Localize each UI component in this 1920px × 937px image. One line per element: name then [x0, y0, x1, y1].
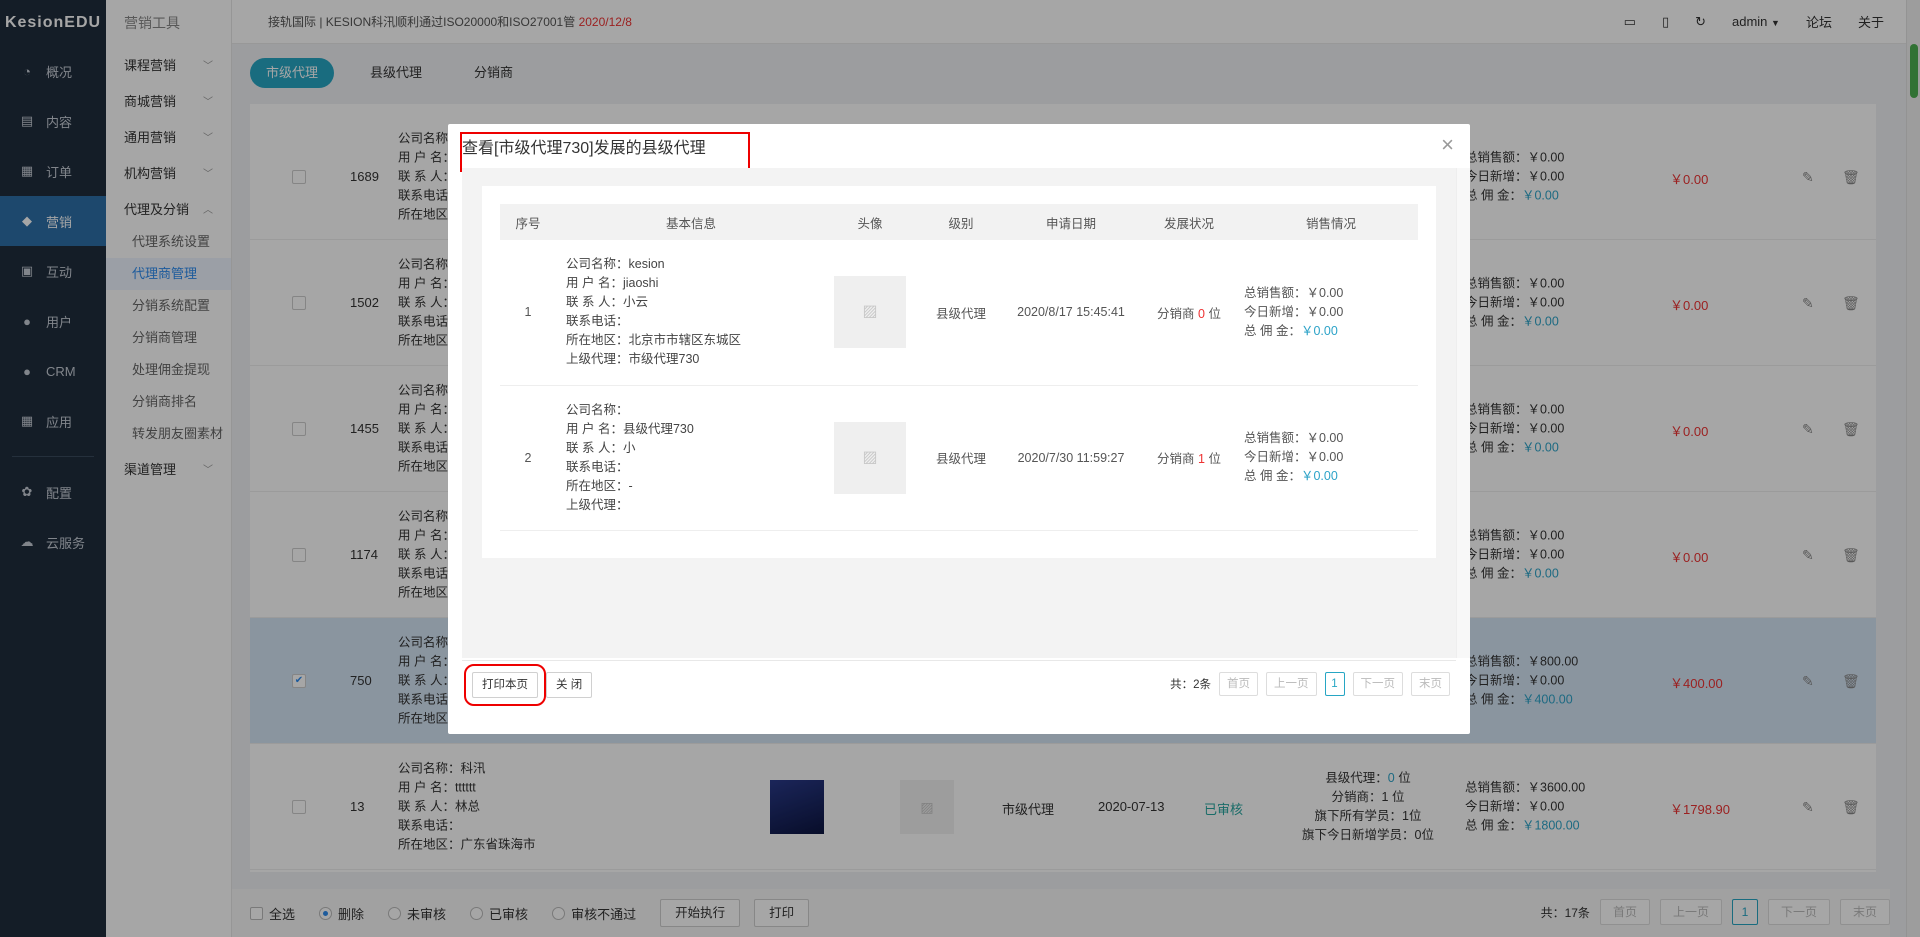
- sales-today: 今日新增：￥0.00: [1244, 304, 1344, 319]
- info-parent: 上级代理：市级代理730: [566, 352, 700, 367]
- modal-header: 查看[市级代理730]发展的县级代理 ×: [448, 124, 1470, 172]
- first-page-button[interactable]: 首页: [1219, 672, 1258, 696]
- col-level: 级别: [914, 204, 1008, 240]
- county-agent-table: 序号 基本信息 头像 级别 申请日期 发展状况 销售情况 1 公司名称：kesi…: [500, 204, 1418, 531]
- dev-unit: 位: [1204, 452, 1221, 466]
- modal-body: 序号 基本信息 头像 级别 申请日期 发展状况 销售情况 1 公司名称：kesi…: [462, 168, 1456, 658]
- col-avatar: 头像: [826, 204, 914, 240]
- cell-sales: 总销售额：￥0.00 今日新增：￥0.00 总 佣 金：￥0.00: [1244, 385, 1418, 531]
- last-page-button[interactable]: 末页: [1411, 672, 1450, 696]
- table-row: 1 公司名称：kesion 用 户 名：jiaoshi 联 系 人：小云 联系电…: [500, 240, 1418, 386]
- total-count: 共：2条: [1170, 679, 1211, 691]
- close-button[interactable]: 关 闭: [546, 672, 593, 698]
- cell-dev: 分销商 1 位: [1134, 385, 1244, 531]
- col-info: 基本信息: [556, 204, 826, 240]
- dev-label: 分销商: [1157, 306, 1199, 321]
- county-agent-modal: 查看[市级代理730]发展的县级代理 × 序号 基本信息 头像 级别 申请日期 …: [448, 124, 1470, 734]
- cell-info: 公司名称： 用 户 名：县级代理730 联 系 人：小 联系电话： 所在地区：-…: [556, 385, 826, 531]
- commission-label: 总 佣 金：: [1244, 323, 1301, 338]
- info-contact: 联 系 人：小云: [566, 295, 648, 310]
- image-placeholder-icon: ▨: [834, 276, 906, 349]
- col-sales: 销售情况: [1244, 204, 1418, 240]
- cell-level: 县级代理: [914, 385, 1008, 531]
- dev-unit: 位: [1204, 306, 1221, 321]
- col-no: 序号: [500, 204, 556, 240]
- info-user: 用 户 名：县级代理730: [566, 421, 694, 436]
- sales-commission: 总 佣 金：￥0.00: [1244, 322, 1418, 341]
- modal-title: 查看[市级代理730]发展的县级代理: [462, 140, 706, 157]
- cell-dev: 分销商 0 位: [1134, 240, 1244, 386]
- next-page-button[interactable]: 下一页: [1352, 672, 1403, 696]
- dev-count: 1: [1198, 452, 1205, 466]
- info-user: 用 户 名：jiaoshi: [566, 276, 659, 291]
- info-region: 所在地区：-: [566, 478, 633, 493]
- table-header: 序号 基本信息 头像 级别 申请日期 发展状况 销售情况: [500, 204, 1418, 240]
- cell-no: 1: [500, 240, 556, 386]
- cell-avatar: ▨: [826, 240, 914, 386]
- dev-count: 0: [1198, 306, 1205, 321]
- info-region: 所在地区：北京市市辖区东城区: [566, 333, 742, 348]
- modal-scrollbar[interactable]: [1456, 168, 1470, 658]
- info-phone: 联系电话：: [566, 459, 629, 474]
- info-phone: 联系电话：: [566, 314, 629, 329]
- sales-today: 今日新增：￥0.00: [1244, 450, 1344, 464]
- info-parent: 上级代理：: [566, 497, 629, 512]
- sales-total: 总销售额：￥0.00: [1244, 431, 1344, 445]
- cell-info: 公司名称：kesion 用 户 名：jiaoshi 联 系 人：小云 联系电话：…: [556, 240, 826, 386]
- info-contact: 联 系 人：小: [566, 440, 636, 455]
- cell-level: 县级代理: [914, 240, 1008, 386]
- cell-avatar: ▨: [826, 385, 914, 531]
- info-company: 公司名称：kesion: [566, 257, 665, 272]
- table-row: 2 公司名称： 用 户 名：县级代理730 联 系 人：小 联系电话： 所在地区…: [500, 385, 1418, 531]
- commission-value: ￥0.00: [1300, 469, 1338, 483]
- commission-label: 总 佣 金：: [1244, 469, 1301, 483]
- cell-sales: 总销售额：￥0.00 今日新增：￥0.00 总 佣 金：￥0.00: [1244, 240, 1418, 386]
- print-page-button[interactable]: 打印本页: [464, 664, 546, 706]
- modal-card: 序号 基本信息 头像 级别 申请日期 发展状况 销售情况 1 公司名称：kesi…: [482, 186, 1436, 558]
- cell-date: 2020/8/17 15:45:41: [1008, 240, 1134, 386]
- cell-date: 2020/7/30 11:59:27: [1008, 385, 1134, 531]
- close-icon[interactable]: ×: [1441, 132, 1454, 158]
- cell-no: 2: [500, 385, 556, 531]
- sales-commission: 总 佣 金：￥0.00: [1244, 467, 1418, 486]
- image-placeholder-icon: ▨: [834, 421, 906, 494]
- dev-label: 分销商: [1157, 452, 1199, 466]
- prev-page-button[interactable]: 上一页: [1266, 672, 1317, 696]
- current-page[interactable]: 1: [1324, 672, 1345, 696]
- modal-pagination: 共：2条 首页 上一页 1 下一页 末页: [1170, 672, 1450, 696]
- sales-total: 总销售额：￥0.00: [1244, 285, 1344, 300]
- col-date: 申请日期: [1008, 204, 1134, 240]
- modal-footer: 打印本页 关 闭 共：2条 首页 上一页 1 下一页 末页: [462, 660, 1456, 706]
- info-company: 公司名称：: [566, 402, 629, 417]
- col-dev: 发展状况: [1134, 204, 1244, 240]
- commission-value: ￥0.00: [1300, 323, 1338, 338]
